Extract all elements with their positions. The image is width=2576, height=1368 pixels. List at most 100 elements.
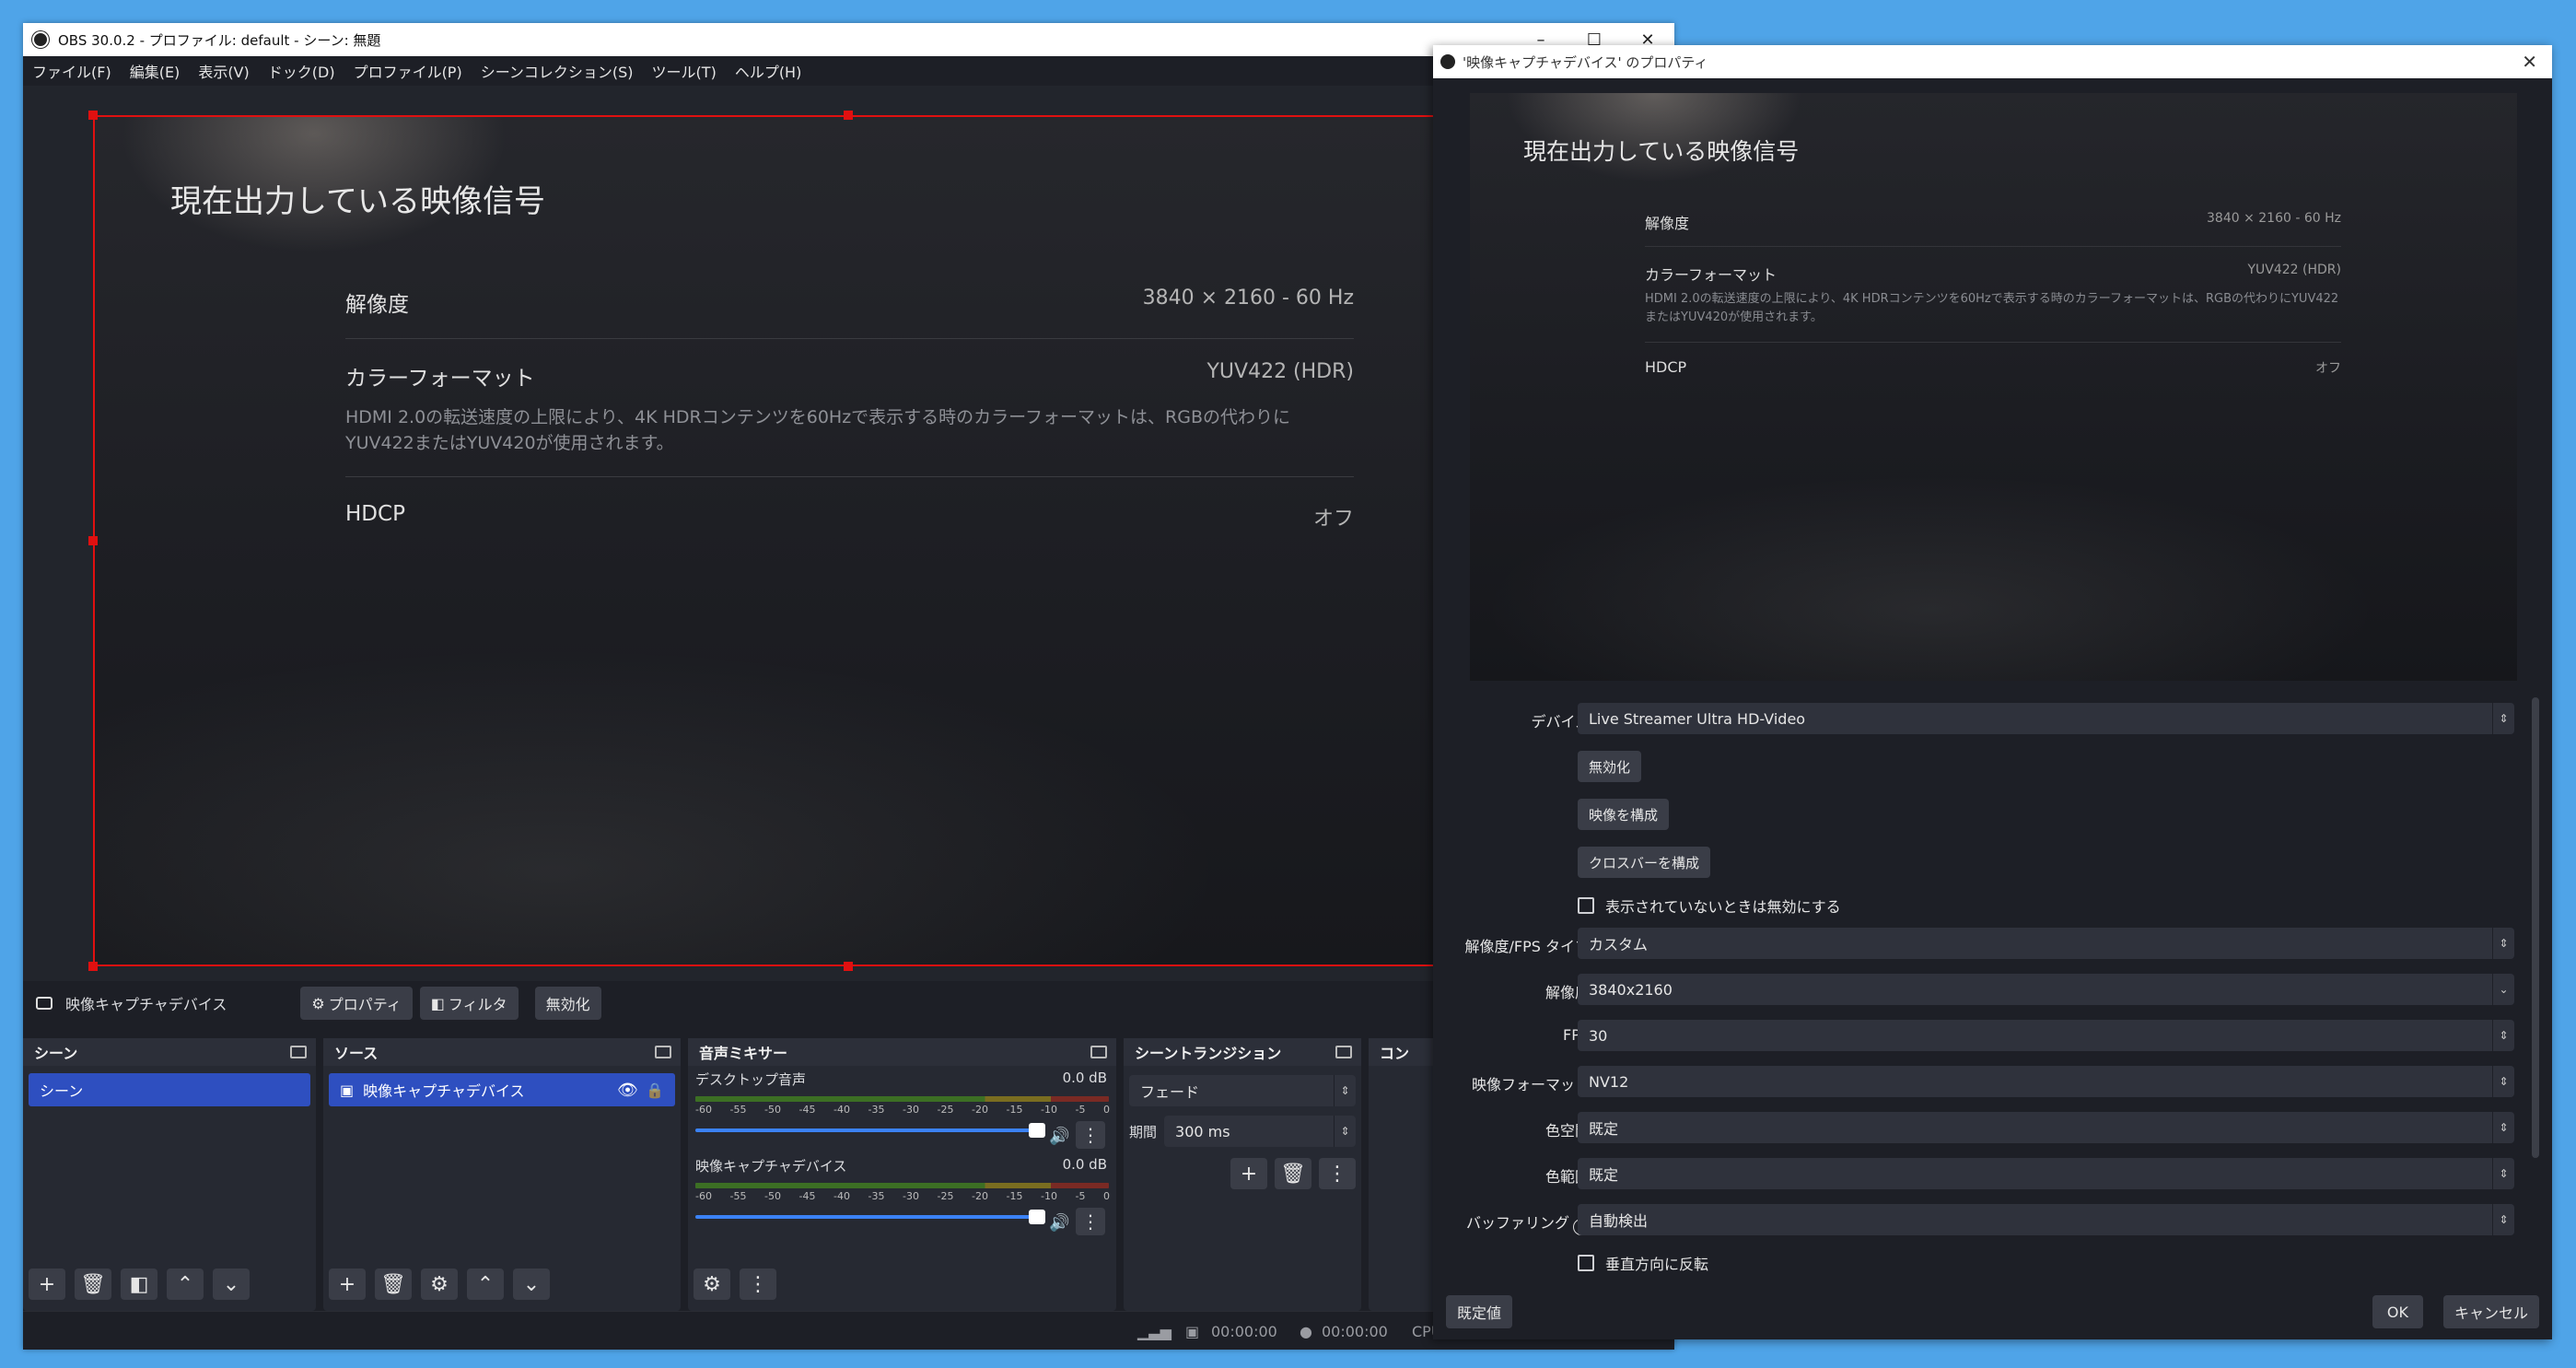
divider: [345, 476, 1354, 477]
move-up-button[interactable]: ⌃: [467, 1269, 504, 1300]
selected-source-name: 映像キャプチャデバイス: [65, 996, 227, 1013]
scene-list-item[interactable]: シーン: [29, 1073, 310, 1106]
signal-hdcp-row: HDCP オフ: [1645, 358, 2341, 376]
disable-source-button[interactable]: 無効化: [534, 987, 601, 1020]
checkbox-box[interactable]: [1578, 1255, 1594, 1271]
more-options-icon[interactable]: ⋮: [1076, 1121, 1105, 1149]
properties-button-label: プロパティ: [328, 996, 402, 1013]
scale-tick: -55: [729, 1104, 747, 1116]
menu-file[interactable]: ファイル(F): [32, 60, 111, 82]
chevron-updown-icon: ⇕: [1334, 1116, 1356, 1147]
resize-handle[interactable]: [88, 962, 98, 971]
disable-device-row: 無効化: [1433, 751, 2552, 782]
chevron-updown-icon: ⇕: [2492, 1158, 2514, 1189]
gear-icon[interactable]: ⚙: [421, 1269, 458, 1300]
undock-icon[interactable]: [1090, 1046, 1107, 1058]
disable-when-hidden-checkbox[interactable]: 表示されていないときは無効にする: [1578, 894, 1841, 917]
obs-logo-icon: [32, 31, 49, 48]
volume-slider[interactable]: [695, 1210, 1045, 1224]
move-up-button[interactable]: ⌃: [167, 1269, 204, 1300]
chevron-updown-icon: ⇕: [2492, 1204, 2514, 1235]
more-options-icon[interactable]: ⋮: [1076, 1208, 1105, 1235]
color-range-row: 色範囲 既定 ⇕: [1433, 1158, 2552, 1189]
scale-tick: -50: [764, 1104, 781, 1116]
close-icon[interactable]: ✕: [2522, 51, 2537, 73]
transitions-dock-header: シーントランジション: [1124, 1038, 1361, 1066]
ok-button[interactable]: OK: [2372, 1295, 2423, 1328]
stream-time: 00:00:00: [1322, 1323, 1388, 1340]
more-options-icon[interactable]: ⋮: [740, 1269, 776, 1300]
gear-icon[interactable]: ⚙: [694, 1269, 730, 1300]
add-transition-button[interactable]: +: [1230, 1158, 1267, 1189]
menu-scene-collection[interactable]: シーンコレクション(S): [481, 60, 634, 82]
network-icon: ▁▃▅: [1137, 1323, 1171, 1340]
checkbox-box[interactable]: [1578, 897, 1594, 914]
source-toolbar: 映像キャプチャデバイス ⚙ プロパティ ◧ フィルタ 無効化: [23, 981, 1674, 1025]
speaker-icon[interactable]: 🔊: [1049, 1213, 1069, 1233]
add-scene-button[interactable]: +: [29, 1269, 65, 1300]
trash-icon[interactable]: 🗑: [1275, 1158, 1311, 1189]
resolution-combobox[interactable]: 3840x2160 ⌄: [1578, 974, 2514, 1005]
buffering-select[interactable]: 自動検出 ⇕: [1578, 1204, 2514, 1235]
scale-tick: -20: [972, 1190, 988, 1202]
device-select[interactable]: Live Streamer Ultra HD-Video ⇕: [1578, 703, 2514, 734]
trash-icon[interactable]: 🗑: [375, 1269, 412, 1300]
defaults-button[interactable]: 既定値: [1446, 1295, 1513, 1328]
color-range-select[interactable]: 既定 ⇕: [1578, 1158, 2514, 1189]
move-down-button[interactable]: ⌄: [513, 1269, 550, 1300]
disable-device-button[interactable]: 無効化: [1578, 751, 1642, 782]
signal-title: 現在出力している映像信号: [1523, 138, 1800, 165]
menu-help[interactable]: ヘルプ(H): [735, 60, 802, 82]
move-down-button[interactable]: ⌄: [213, 1269, 250, 1300]
configure-crossbar-button[interactable]: クロスバーを構成: [1578, 847, 1711, 878]
menu-view[interactable]: 表示(V): [198, 60, 249, 82]
undock-icon[interactable]: [655, 1046, 671, 1058]
scale-tick: -50: [764, 1190, 781, 1202]
resize-handle[interactable]: [88, 111, 98, 120]
cancel-button[interactable]: キャンセル: [2442, 1295, 2539, 1328]
statusbar: ▁▃▅ ▣ 00:00:00 ● 00:00:00 CPU: [23, 1311, 1674, 1350]
scenes-dock-header: シーン: [23, 1038, 316, 1066]
preview-area[interactable]: 現在出力している映像信号 解像度 3840 × 2160 - 60 Hz カラー…: [23, 86, 1674, 981]
fps-select[interactable]: 30 ⇕: [1578, 1020, 2514, 1051]
speaker-icon[interactable]: 🔊: [1049, 1127, 1069, 1146]
properties-dialog: '映像キャプチャデバイス' のプロパティ ✕ 現在出力している映像信号 解像度 …: [1433, 45, 2552, 1339]
res-fps-type-select[interactable]: カスタム ⇕: [1578, 928, 2514, 959]
filters-button[interactable]: ◧ フィルタ: [419, 987, 519, 1020]
volume-meter: [695, 1096, 1109, 1102]
transition-select[interactable]: フェード ⇕: [1129, 1075, 1356, 1106]
filters-button-label: フィルタ: [448, 996, 507, 1013]
resize-handle[interactable]: [844, 962, 853, 971]
more-options-icon[interactable]: ⋮: [1319, 1158, 1356, 1189]
scene-filters-button[interactable]: ◧: [121, 1269, 157, 1300]
properties-button[interactable]: ⚙ プロパティ: [300, 987, 413, 1020]
menu-edit[interactable]: 編集(E): [130, 60, 181, 82]
source-list-item[interactable]: ▣ 映像キャプチャデバイス 👁 🔒: [329, 1073, 675, 1106]
video-format-row: 映像フォーマット NV12 ⇕: [1433, 1066, 2552, 1097]
signal-hdcp-value: オフ: [1312, 508, 1354, 531]
scale-tick: -30: [903, 1104, 919, 1116]
duration-spinbox[interactable]: 300 ms ⇕: [1164, 1116, 1356, 1147]
color-space-select[interactable]: 既定 ⇕: [1578, 1112, 2514, 1143]
undock-icon[interactable]: [1335, 1046, 1352, 1058]
resize-handle[interactable]: [88, 536, 98, 545]
configure-video-button[interactable]: 映像を構成: [1578, 799, 1670, 830]
scale-tick: -40: [833, 1104, 850, 1116]
flip-vertical-checkbox[interactable]: 垂直方向に反転: [1578, 1252, 1708, 1274]
scale-tick: -40: [833, 1190, 850, 1202]
trash-icon[interactable]: 🗑: [75, 1269, 111, 1300]
obs-logo-icon: [1440, 54, 1455, 69]
undock-icon[interactable]: [290, 1046, 307, 1058]
menu-docks[interactable]: ドック(D): [268, 60, 335, 82]
video-format-select[interactable]: NV12 ⇕: [1578, 1066, 2514, 1097]
lock-icon[interactable]: 🔒: [646, 1082, 664, 1099]
mixer-channel: 映像キャプチャデバイス 0.0 dB -60 -55 -50 -45 -40 -…: [688, 1152, 1116, 1239]
menu-tools[interactable]: ツール(T): [652, 60, 717, 82]
add-source-button[interactable]: +: [329, 1269, 366, 1300]
audio-mixer-header: 音声ミキサー: [688, 1038, 1116, 1066]
resize-handle[interactable]: [844, 111, 853, 120]
menu-profile[interactable]: プロファイル(P): [354, 60, 462, 82]
volume-slider[interactable]: [695, 1123, 1045, 1138]
eye-icon[interactable]: 👁: [617, 1081, 638, 1100]
mixer-channel-db: 0.0 dB: [1062, 1070, 1107, 1086]
